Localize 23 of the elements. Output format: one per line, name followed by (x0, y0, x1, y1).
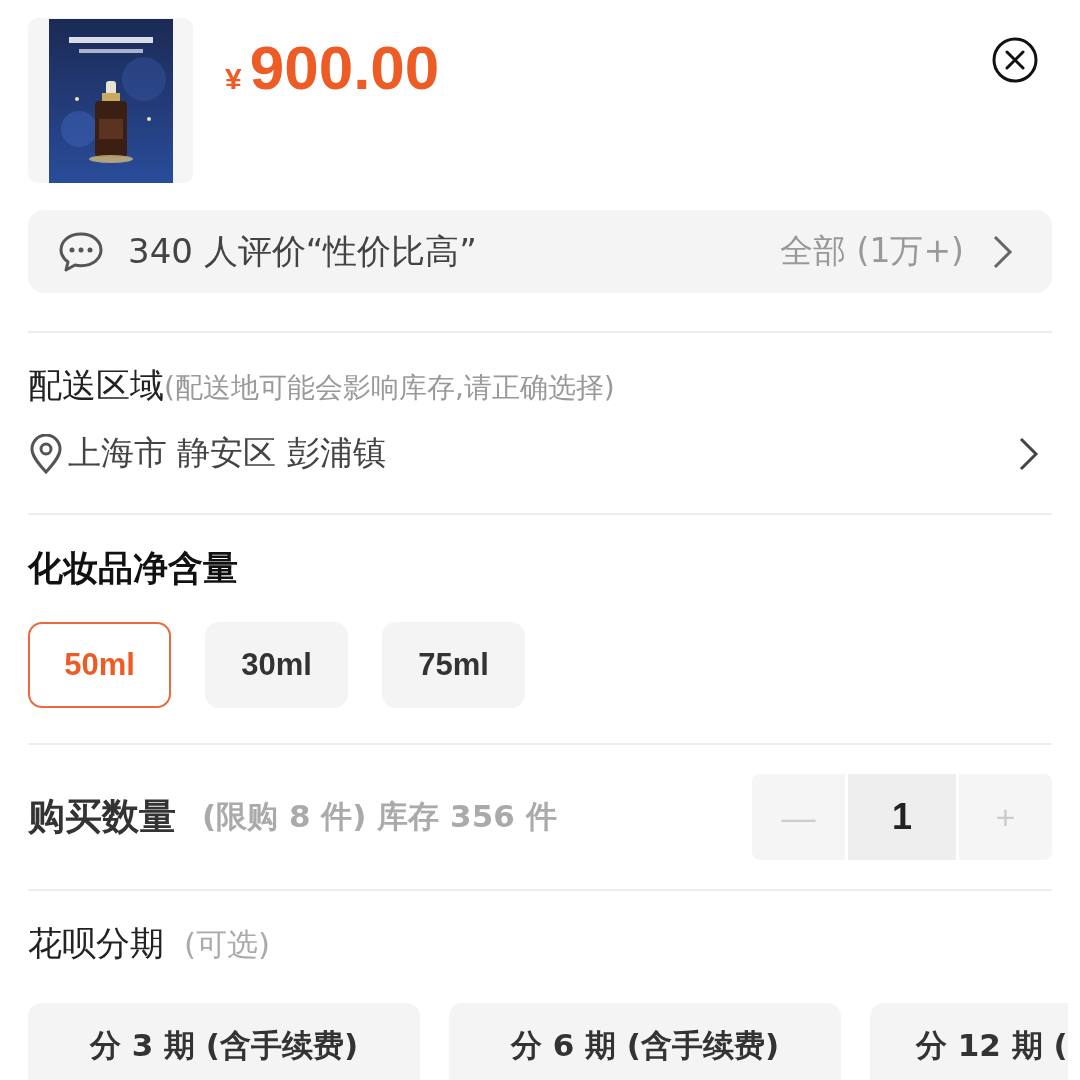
location-row[interactable]: 上海市 静安区 彭浦镇 (28, 431, 1052, 476)
size-option[interactable]: 30ml (205, 622, 348, 708)
size-option[interactable]: 75ml (382, 622, 525, 708)
delivery-hint: (配送地可能会影响库存,请正确选择) (164, 370, 615, 406)
quantity-title: 购买数量 (28, 794, 176, 840)
location-text: 上海市 静安区 彭浦镇 (68, 432, 387, 474)
chat-bubble-icon (58, 230, 104, 273)
location-pin-icon (28, 433, 64, 474)
chevron-right-icon (1018, 435, 1040, 472)
close-icon[interactable] (992, 37, 1038, 83)
spec-title: 化妆品净含量 (28, 547, 239, 590)
installment-option[interactable]: 分 6 期 (含手续费) (449, 1003, 841, 1080)
delivery-title: 配送区域 (28, 364, 164, 407)
chevron-right-icon (992, 233, 1014, 270)
installment-hint: (可选) (184, 925, 271, 964)
review-bar[interactable]: 340 人评价“性价比高” 全部 (1万+) (28, 210, 1052, 293)
quantity-field[interactable]: 1 (848, 774, 956, 860)
installment-option[interactable]: 分 12 期 ( (870, 1003, 1068, 1080)
installment-title: 花呗分期 (28, 922, 164, 965)
installment-option[interactable]: 分 3 期 (含手续费) (28, 1003, 420, 1080)
review-summary: 340 人评价“性价比高” (128, 229, 478, 273)
quantity-info: (限购 8 件) 库存 356 件 (202, 797, 558, 836)
price: ¥900.00 (225, 32, 441, 103)
